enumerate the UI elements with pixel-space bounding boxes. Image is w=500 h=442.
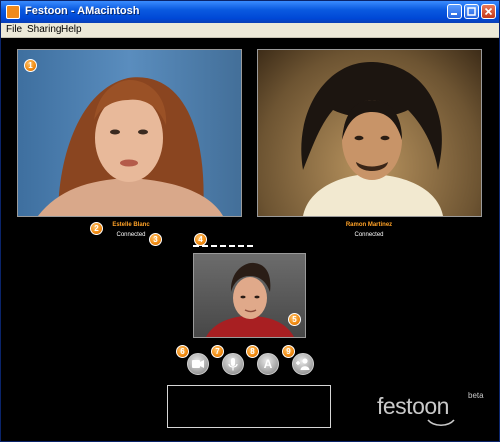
app-icon: [6, 5, 20, 19]
peer-name-1: Estelle Blanc: [112, 222, 150, 228]
text-chat-button[interactable]: A: [257, 353, 279, 375]
chat-input[interactable]: [167, 385, 331, 428]
add-user-icon: [296, 358, 310, 370]
microphone-icon: [228, 358, 238, 371]
maximize-button[interactable]: [464, 4, 479, 19]
peer-video-1[interactable]: [17, 49, 242, 217]
menu-help[interactable]: Help: [61, 24, 82, 35]
peer-video-2[interactable]: [257, 49, 482, 217]
window-title: Festoon - AMacintosh: [25, 5, 140, 17]
minimize-button[interactable]: [447, 4, 462, 19]
camera-icon: [192, 360, 204, 368]
maximize-icon: [467, 7, 476, 16]
beta-badge: beta: [468, 391, 484, 400]
peer-status-2: Connected: [354, 232, 384, 238]
self-preview-image: [206, 262, 294, 337]
close-icon: [484, 7, 493, 16]
title-bar[interactable]: Festoon - AMacintosh: [1, 1, 499, 23]
menu-sharing[interactable]: Sharing: [27, 24, 61, 35]
microphone-button[interactable]: [222, 353, 244, 375]
peer-video-1-image: [38, 77, 223, 216]
menu-bar: File Sharing Help: [1, 23, 499, 38]
festoon-logo: festoon: [377, 393, 449, 419]
close-button[interactable]: [481, 4, 496, 19]
peer-video-2-image: [301, 61, 443, 216]
callout-5: 5: [288, 313, 301, 326]
camera-button[interactable]: [187, 353, 209, 375]
self-preview[interactable]: [193, 253, 306, 338]
minimize-icon: [451, 13, 457, 15]
add-user-button[interactable]: [292, 353, 314, 375]
menu-file[interactable]: File: [6, 24, 22, 35]
logo-smile-icon: [427, 419, 455, 427]
text-icon: A: [263, 357, 273, 371]
callout-3: 3: [149, 233, 162, 246]
drag-indicator[interactable]: [193, 245, 253, 247]
peer-name-2: Ramon Martinez: [345, 222, 393, 228]
callout-1: 1: [24, 59, 37, 72]
app-window: Festoon - AMacintosh File Sharing Help 1…: [0, 0, 500, 442]
